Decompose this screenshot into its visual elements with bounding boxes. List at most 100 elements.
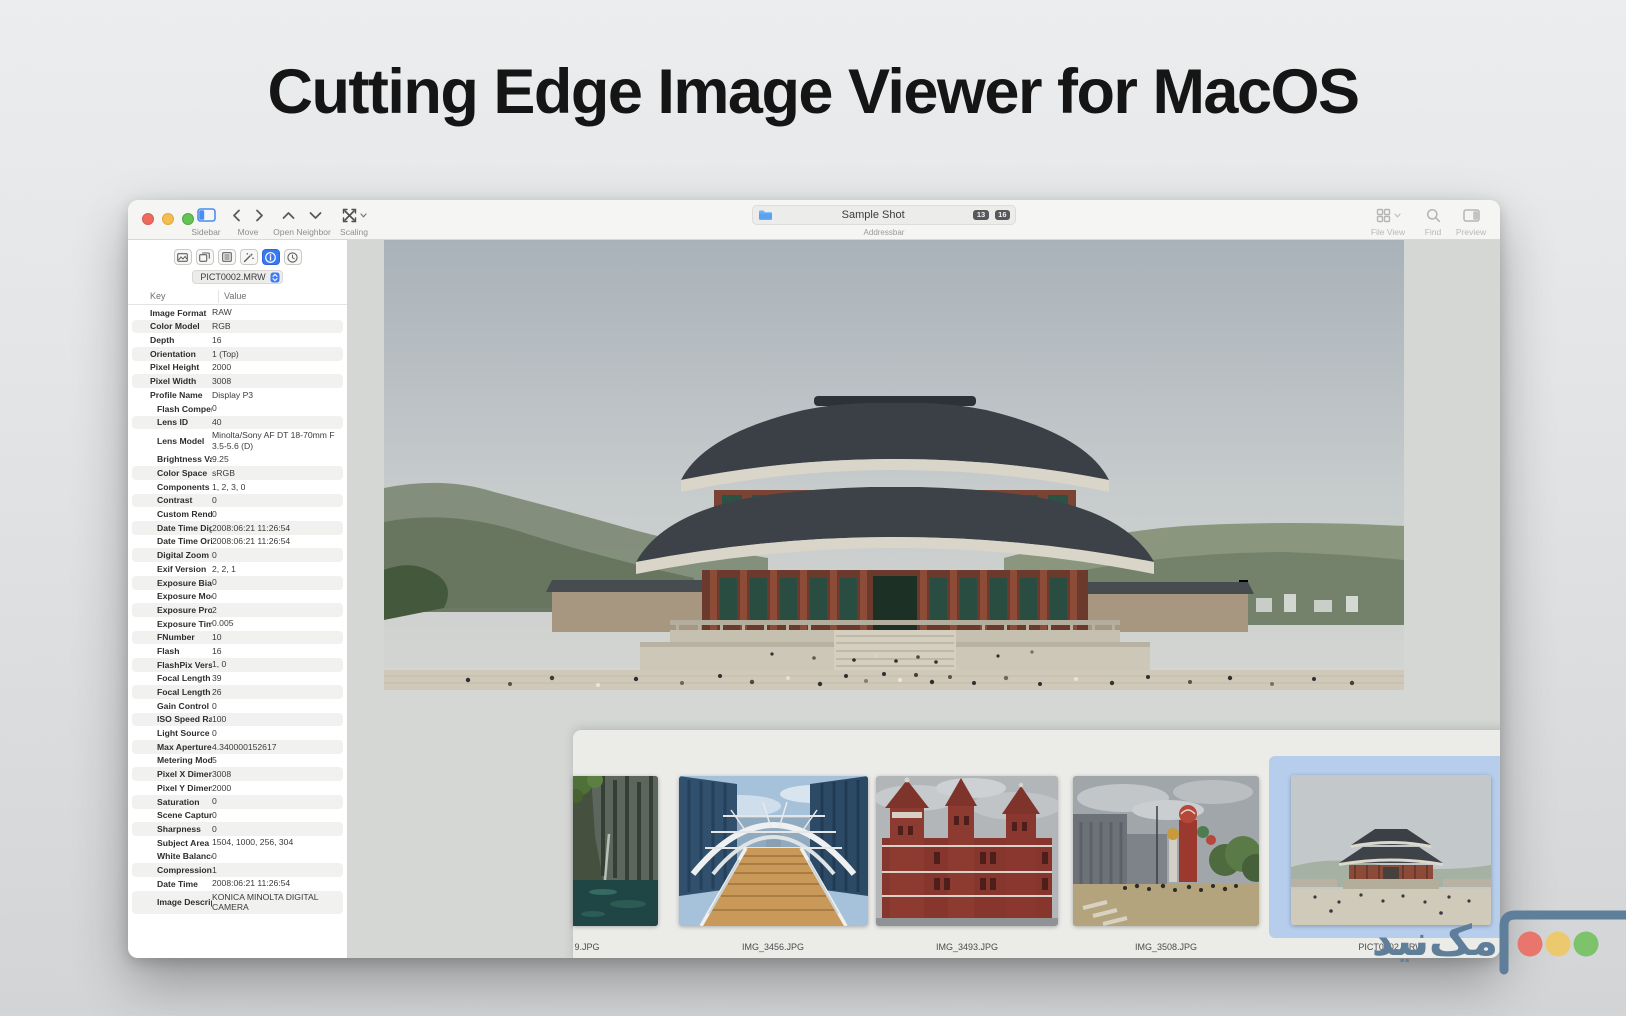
metadata-row[interactable]: Pixel Width 3008 xyxy=(132,374,343,388)
open-neighbor-buttons[interactable]: Open Neighbor xyxy=(268,206,336,237)
metadata-value: Display P3 xyxy=(212,389,337,402)
file-view-button[interactable]: File View xyxy=(1362,206,1414,237)
mode-image-button[interactable] xyxy=(174,249,192,265)
viewer-content: 9.JPG IMG_3456.JPG IMG_3493.JPG IMG_3508… xyxy=(349,240,1500,958)
addressbar-folder-name: Sample Shot xyxy=(779,209,967,221)
metadata-key: Brightness Val... xyxy=(138,454,212,464)
metadata-row[interactable]: Date Time Digi... 2008:06:21 11:26:54 xyxy=(132,521,343,535)
metadata-row[interactable]: Exposure Bias... 0 xyxy=(132,576,343,590)
metadata-key: Color Space xyxy=(138,468,212,478)
thumbnail-korean-palace[interactable] xyxy=(1291,775,1491,925)
addressbar-wrap: Sample Shot 13 16 Addressbar xyxy=(752,205,1016,237)
metadata-value: 0 xyxy=(212,402,337,415)
metadata-key: Depth xyxy=(138,335,212,345)
metadata-row[interactable]: Max Aperture... 4.340000152617 xyxy=(132,740,343,754)
metadata-value: 3008 xyxy=(212,375,337,388)
metadata-row[interactable]: Color Model RGB xyxy=(132,320,343,334)
main-image[interactable] xyxy=(384,240,1404,690)
mode-adjust-button[interactable] xyxy=(240,249,258,265)
metadata-row[interactable]: Exif Version 2, 2, 1 xyxy=(132,562,343,576)
thumbnail-image-cliff-lagoon xyxy=(573,776,658,926)
metadata-key: Compression xyxy=(138,865,212,875)
metadata-row[interactable]: Compression 1 xyxy=(132,863,343,877)
thumbnail-cliff-lagoon[interactable] xyxy=(573,776,658,926)
find-button[interactable]: Find xyxy=(1416,206,1450,237)
mode-history-button[interactable] xyxy=(284,249,302,265)
metadata-key: Custom Rende... xyxy=(138,509,212,519)
metadata-row[interactable]: Depth 16 xyxy=(132,333,343,347)
metadata-row[interactable]: Focal Length I... 39 xyxy=(132,672,343,686)
info-icon xyxy=(265,252,276,263)
thumbnail-arch-bridge[interactable] xyxy=(679,776,868,926)
metadata-row[interactable]: Orientation 1 (Top) xyxy=(132,347,343,361)
metadata-key: Pixel Width xyxy=(138,376,212,386)
preview-panel-icon xyxy=(1463,209,1480,222)
file-selector-row: PICT0002.MRW xyxy=(128,270,347,284)
metadata-row[interactable]: Saturation 0 xyxy=(132,795,343,809)
metadata-row[interactable]: Sharpness 0 xyxy=(132,822,343,836)
metadata-row[interactable]: Profile Name Display P3 xyxy=(132,388,343,402)
metadata-row[interactable]: Brightness Val... 9.25 xyxy=(132,453,343,467)
metadata-row[interactable]: Date Time Ori... 2008:06:21 11:26:54 xyxy=(132,535,343,549)
close-window-button[interactable] xyxy=(142,213,154,225)
image-icon xyxy=(177,253,188,262)
metadata-header: Key Value xyxy=(128,289,347,305)
thumbnail-label-selected: PICT0002.MRW xyxy=(1358,942,1423,952)
metadata-row[interactable]: Components C... 1, 2, 3, 0 xyxy=(132,480,343,494)
file-selector-dropdown[interactable]: PICT0002.MRW xyxy=(192,270,282,284)
metadata-row[interactable]: Pixel Height 2000 xyxy=(132,361,343,375)
metadata-row[interactable]: Image Format RAW xyxy=(132,306,343,320)
metadata-row[interactable]: Exposure Prog... 2 xyxy=(132,603,343,617)
metadata-value: 0 xyxy=(212,823,337,836)
mode-list-button[interactable] xyxy=(218,249,236,265)
metadata-key: Pixel X Dimen... xyxy=(138,769,212,779)
metadata-row[interactable]: Pixel Y Dimens... 2000 xyxy=(132,781,343,795)
metadata-row[interactable]: FNumber 10 xyxy=(132,631,343,645)
metadata-row[interactable]: Lens ID 40 xyxy=(132,416,343,430)
metadata-row[interactable]: Pixel X Dimen... 3008 xyxy=(132,767,343,781)
popup-stepper-icon xyxy=(270,272,280,283)
scaling-button[interactable]: Scaling xyxy=(332,206,376,237)
metadata-row[interactable]: Image Descrip... KONICA MINOLTA DIGITAL … xyxy=(132,891,343,914)
metadata-value: 9.25 xyxy=(212,453,337,466)
metadata-row[interactable]: White Balance 0 xyxy=(132,850,343,864)
metadata-row[interactable]: FlashPix Version 1, 0 xyxy=(132,658,343,672)
metadata-row[interactable]: Exposure Time 0.005 xyxy=(132,617,343,631)
thumbnail-red-brick-museum[interactable] xyxy=(876,776,1058,926)
metadata-value: 0 xyxy=(212,576,337,589)
filmstrip-panel: 9.JPG IMG_3456.JPG IMG_3493.JPG IMG_3508… xyxy=(573,730,1500,958)
metadata-row[interactable]: Metering Mode 5 xyxy=(132,754,343,768)
search-icon xyxy=(1426,208,1441,223)
metadata-row[interactable]: Color Space sRGB xyxy=(132,466,343,480)
metadata-row[interactable]: Focal Length 26 xyxy=(132,685,343,699)
metadata-row[interactable]: Custom Rende... 0 xyxy=(132,507,343,521)
chevron-down-small-icon xyxy=(360,213,367,218)
metadata-row[interactable]: Gain Control 0 xyxy=(132,699,343,713)
metadata-row[interactable]: Contrast 0 xyxy=(132,494,343,508)
sidebar-toggle-button[interactable]: Sidebar xyxy=(182,206,230,237)
mode-info-button[interactable] xyxy=(262,249,280,265)
metadata-key: FNumber xyxy=(138,632,212,642)
metadata-row[interactable]: Light Source 0 xyxy=(132,726,343,740)
metadata-row[interactable]: Lens Model Minolta/Sony AF DT 18-70mm F … xyxy=(132,429,343,452)
minimize-window-button[interactable] xyxy=(162,213,174,225)
preview-button[interactable]: Preview xyxy=(1448,206,1494,237)
mode-versions-button[interactable] xyxy=(196,249,214,265)
metadata-header-value: Value xyxy=(224,291,246,301)
thumbnail-image-red-brick-museum xyxy=(876,776,1058,926)
metadata-row[interactable]: Exposure Mode 0 xyxy=(132,590,343,604)
metadata-row[interactable]: ISO Speed Rat... 100 xyxy=(132,713,343,727)
addressbar[interactable]: Sample Shot 13 16 xyxy=(752,205,1016,225)
metadata-key: Date Time xyxy=(138,879,212,889)
metadata-row[interactable]: Digital Zoom R... 0 xyxy=(132,548,343,562)
metadata-row[interactable]: Subject Area 1504, 1000, 256, 304 xyxy=(132,836,343,850)
metadata-key: Metering Mode xyxy=(138,755,212,765)
metadata-row[interactable]: Flash Compen... 0 xyxy=(132,402,343,416)
metadata-key: Color Model xyxy=(138,321,212,331)
move-buttons[interactable]: Move xyxy=(224,206,272,237)
metadata-value: 1 xyxy=(212,864,337,877)
thumbnail-city-street-cathedral[interactable] xyxy=(1073,776,1259,926)
metadata-row[interactable]: Flash 16 xyxy=(132,644,343,658)
metadata-row[interactable]: Scene Capture... 0 xyxy=(132,809,343,823)
metadata-row[interactable]: Date Time 2008:06:21 11:26:54 xyxy=(132,877,343,891)
